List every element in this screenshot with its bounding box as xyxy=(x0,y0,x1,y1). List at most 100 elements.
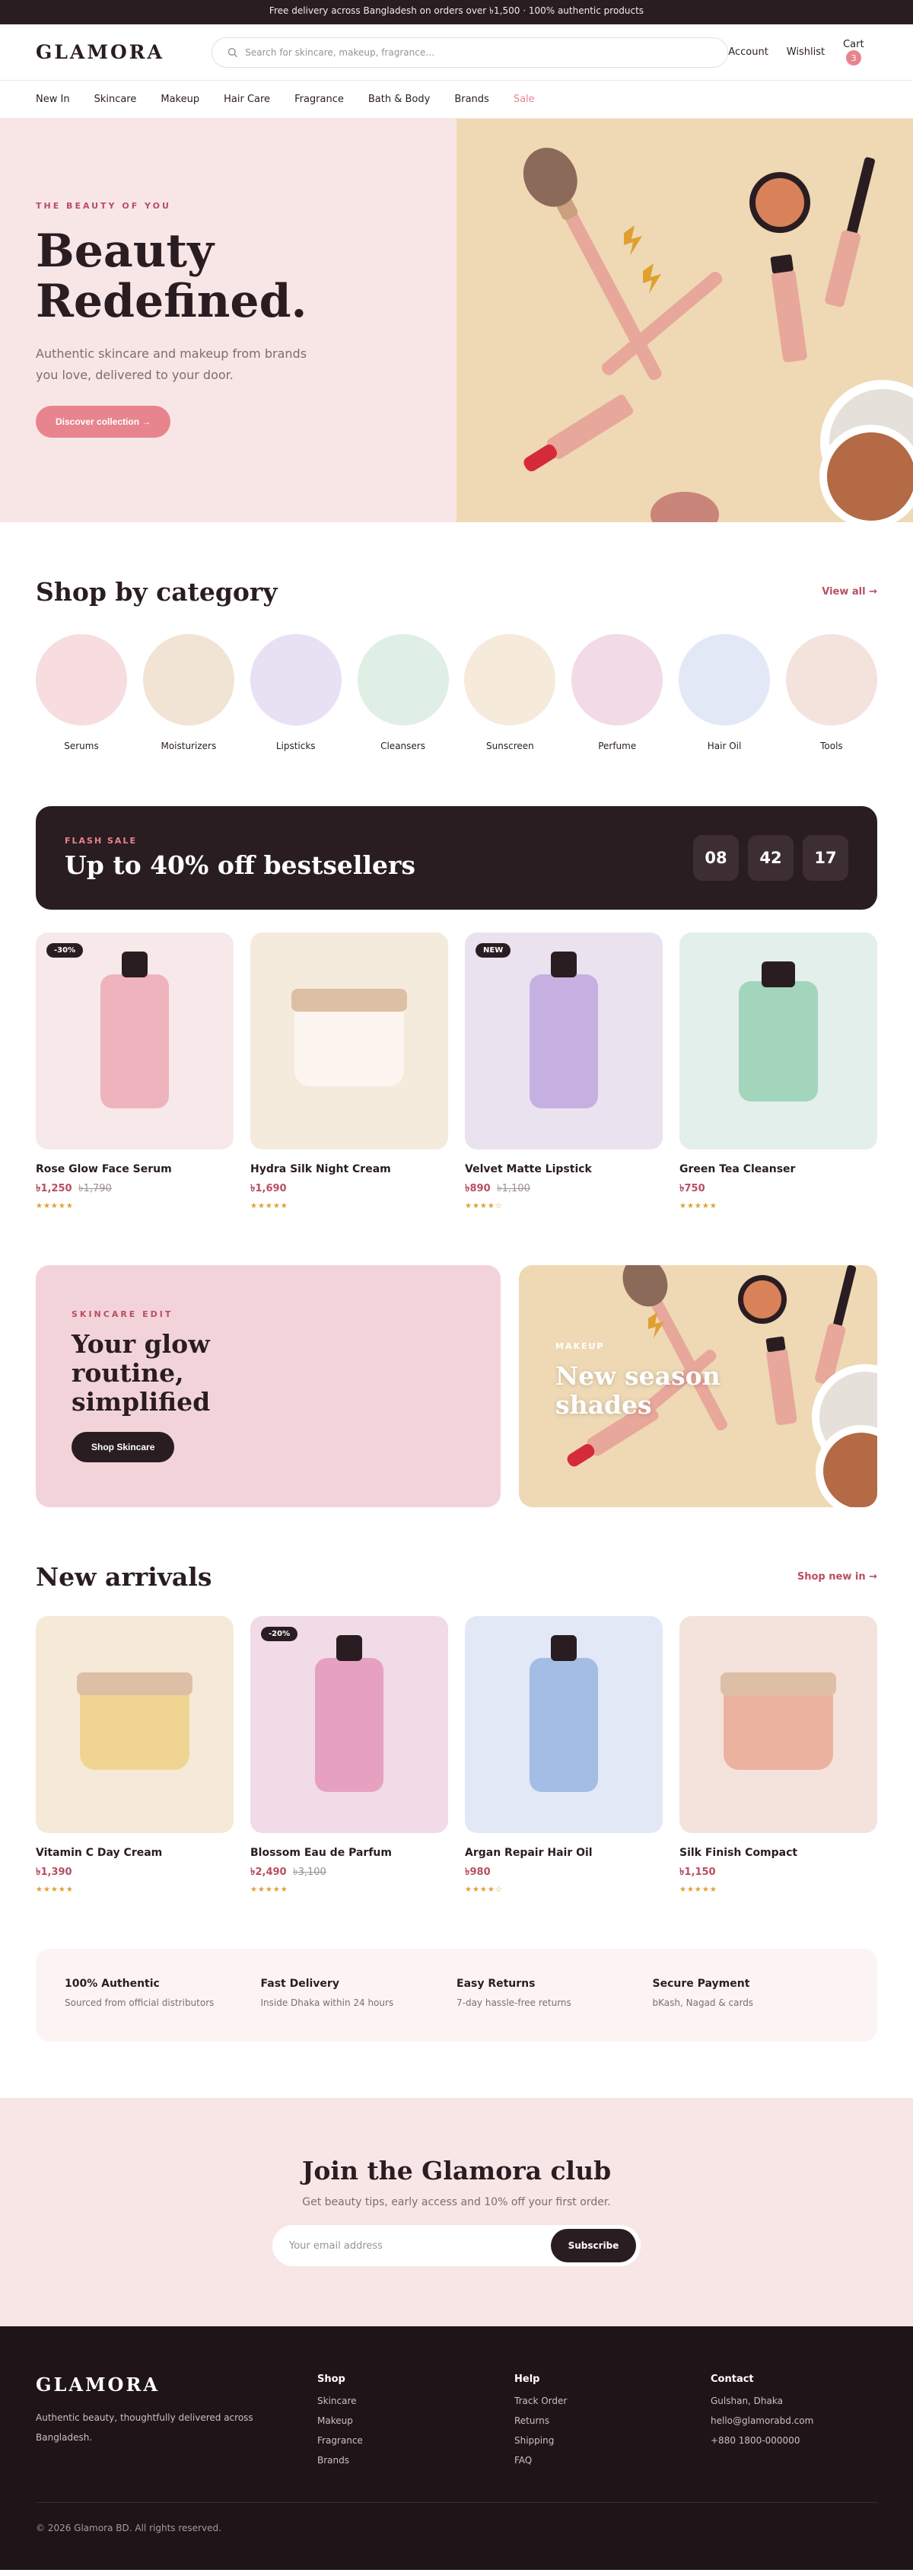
product-name: Argan Repair Hair Oil xyxy=(465,1847,593,1859)
nav-item-sale[interactable]: Sale xyxy=(514,94,535,105)
cart-count-badge: 3 xyxy=(846,50,862,65)
footer-link[interactable]: Fragrance xyxy=(317,2435,514,2446)
account-link[interactable]: Account xyxy=(728,46,768,58)
footer-link[interactable]: Makeup xyxy=(317,2415,514,2426)
search-input[interactable] xyxy=(245,46,713,58)
product-name: Blossom Eau de Parfum xyxy=(250,1847,392,1859)
nav-item-new-in[interactable]: New In xyxy=(36,94,70,105)
product-card[interactable]: Silk Finish Compact ৳1,150 ★★★★★ xyxy=(679,1616,877,1894)
subscribe-button[interactable]: Subscribe xyxy=(551,2229,636,2262)
feature-title: Easy Returns xyxy=(456,1978,536,1990)
category-label: Moisturizers xyxy=(161,741,217,751)
footer-link[interactable]: Track Order xyxy=(514,2396,711,2406)
category-thumb xyxy=(464,634,556,725)
product-price: ৳1,390 xyxy=(36,1865,234,1881)
product-card[interactable]: NEW Velvet Matte Lipstick ৳890 ৳1,100 ★★★★☆ xyxy=(465,933,663,1210)
category-thumb xyxy=(357,634,449,725)
announcement-text: Free delivery across Bangladesh on order… xyxy=(269,5,644,16)
product-current-price: ৳980 xyxy=(465,1867,491,1878)
email-input[interactable] xyxy=(289,2240,551,2252)
product-old-price: ৳1,100 xyxy=(497,1183,530,1194)
nav-item-hair-care[interactable]: Hair Care xyxy=(224,94,270,105)
nav-item-brands[interactable]: Brands xyxy=(454,94,489,105)
product-name: Rose Glow Face Serum xyxy=(36,1163,172,1175)
product-bottle xyxy=(315,1634,383,1792)
newsletter-subtitle: Get beauty tips, early access and 10% of… xyxy=(302,2196,611,2208)
category-item[interactable]: Lipsticks xyxy=(250,634,342,751)
makeup-flatlay-illustration xyxy=(523,148,913,522)
hero-title: Beauty Redefined. xyxy=(36,226,421,327)
product-current-price: ৳1,250 xyxy=(36,1183,72,1194)
skincare-promo-banner[interactable]: SKINCARE EDIT Your glow routine, simplifie… xyxy=(36,1265,501,1507)
footer-link[interactable]: FAQ xyxy=(514,2455,711,2466)
footer-contact-phone[interactable]: +880 1800-000000 xyxy=(711,2435,813,2446)
product-card[interactable]: -20% Blossom Eau de Parfum ৳2,490 ৳3,100 ★★… xyxy=(250,1616,448,1894)
timer-hours: 08 xyxy=(693,835,739,881)
cart-link[interactable]: Cart3 xyxy=(843,39,877,65)
product-card[interactable]: Argan Repair Hair Oil ৳980 ★★★★☆ xyxy=(465,1616,663,1894)
cart-label: Cart xyxy=(843,39,864,50)
wishlist-link[interactable]: Wishlist xyxy=(787,46,825,58)
shop-new-in-link[interactable]: Shop new in → xyxy=(797,1571,877,1583)
product-current-price: ৳1,690 xyxy=(250,1183,287,1194)
main-nav: New In Skincare Makeup Hair Care Fragran… xyxy=(0,81,913,119)
category-item[interactable]: Hair Oil xyxy=(679,634,771,751)
shop-skincare-button[interactable]: Shop Skincare xyxy=(72,1432,175,1462)
feature-returns: Easy Returns 7-day hassle-free returns xyxy=(456,1978,653,2042)
discover-collection-button[interactable]: Discover collection → xyxy=(36,406,171,438)
footer-link[interactable]: Shipping xyxy=(514,2435,711,2446)
nav-item-fragrance[interactable]: Fragrance xyxy=(294,94,344,105)
countdown-timer: 08 42 17 xyxy=(693,835,848,881)
nav-item-makeup[interactable]: Makeup xyxy=(161,94,199,105)
newsletter-section: Join the Glamora club Get beauty tips, e… xyxy=(0,2098,913,2326)
product-badge: -20% xyxy=(261,1627,298,1641)
search-bar[interactable] xyxy=(211,37,729,68)
product-name: Green Tea Cleanser xyxy=(679,1163,796,1175)
category-item[interactable]: Perfume xyxy=(571,634,663,751)
feature-authentic: 100% Authentic Sourced from official dist… xyxy=(65,1978,261,2042)
product-card[interactable]: Hydra Silk Night Cream ৳1,690 ★★★★★ xyxy=(250,933,448,1210)
category-item[interactable]: Tools xyxy=(785,634,877,751)
hero-image xyxy=(456,119,913,522)
product-rating-stars: ★★★★☆ xyxy=(465,1202,503,1210)
product-bottle xyxy=(530,1634,598,1792)
category-item[interactable]: Moisturizers xyxy=(142,634,234,751)
bestsellers-grid: -30% Rose Glow Face Serum ৳1,250 ৳1,790 ★★★… xyxy=(0,933,913,1210)
flash-eyebrow: FLASH SALE xyxy=(65,836,137,846)
makeup-promo-banner[interactable]: MAKEUP New season shades xyxy=(519,1265,877,1507)
product-price: ৳750 xyxy=(679,1181,877,1197)
product-badge: -30% xyxy=(46,943,84,958)
product-badge: NEW xyxy=(476,943,511,958)
category-item[interactable]: Cleansers xyxy=(357,634,449,751)
product-rating-stars: ★★★★★ xyxy=(36,1202,74,1210)
product-card[interactable]: -30% Rose Glow Face Serum ৳1,250 ৳1,790 ★★★… xyxy=(36,933,234,1210)
category-title: Shop by category xyxy=(36,577,278,607)
product-name: Velvet Matte Lipstick xyxy=(465,1163,592,1175)
product-card[interactable]: Green Tea Cleanser ৳750 ★★★★★ xyxy=(679,933,877,1210)
product-rating-stars: ★★★★★ xyxy=(36,1886,74,1894)
category-thumb xyxy=(142,634,234,725)
category-item[interactable]: Sunscreen xyxy=(464,634,556,751)
footer-link[interactable]: Skincare xyxy=(317,2396,514,2406)
feature-desc: Sourced from official distributors xyxy=(65,1997,215,2008)
nav-item-skincare[interactable]: Skincare xyxy=(94,94,137,105)
footer-link[interactable]: Brands xyxy=(317,2455,514,2466)
search-icon xyxy=(227,47,237,57)
footer-contact-email[interactable]: hello@glamorabd.com xyxy=(711,2415,813,2426)
category-item[interactable]: Serums xyxy=(36,634,127,751)
makeup-title: New season shades xyxy=(555,1362,721,1420)
hero-title-line1: Beauty xyxy=(36,225,214,278)
category-label: Sunscreen xyxy=(486,741,534,751)
product-bottle xyxy=(100,951,169,1108)
product-rating-stars: ★★★★★ xyxy=(679,1202,717,1210)
logo[interactable]: GLAMORA xyxy=(36,41,176,63)
nav-item-bath-body[interactable]: Bath & Body xyxy=(368,94,430,105)
site-footer: GLAMORA Authentic beauty, thoughtfully d… xyxy=(0,2326,913,2570)
product-image xyxy=(679,1616,877,1833)
feature-desc: 7-day hassle-free returns xyxy=(456,1997,571,2008)
product-card[interactable]: Vitamin C Day Cream ৳1,390 ★★★★★ xyxy=(36,1616,234,1894)
view-all-link[interactable]: View all → xyxy=(822,586,877,598)
footer-logo[interactable]: GLAMORA xyxy=(36,2374,180,2396)
footer-link[interactable]: Returns xyxy=(514,2415,711,2426)
product-jar xyxy=(77,1672,192,1770)
